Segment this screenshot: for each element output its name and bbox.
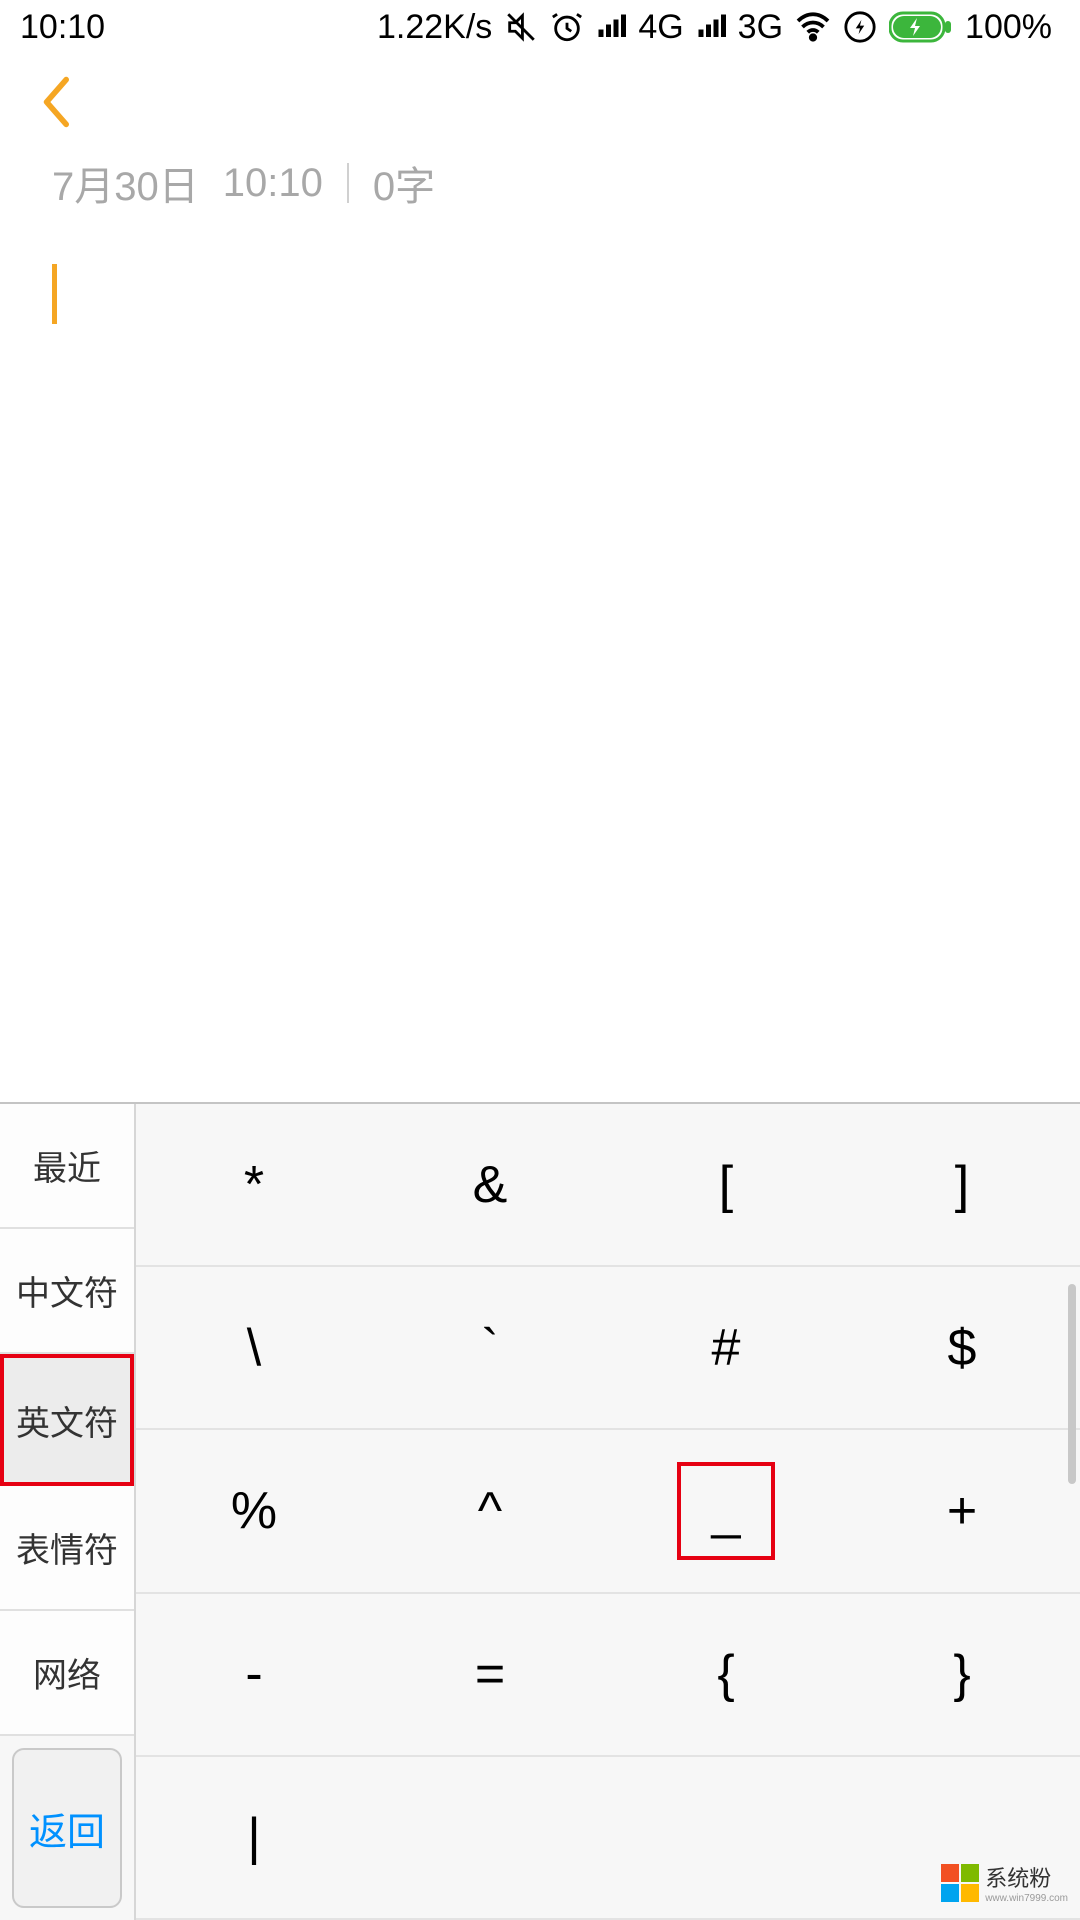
note-word-count: 0字 (373, 154, 435, 212)
wifi-icon (795, 9, 831, 45)
note-time: 10:10 (223, 161, 323, 206)
keyboard-key (372, 1757, 608, 1918)
keyboard-tab[interactable]: 表情符 (0, 1486, 134, 1611)
keyboard-row: \`#$ (136, 1267, 1080, 1430)
watermark: 系统粉 www.win7999.com (941, 1861, 1068, 1904)
mute-icon (504, 10, 538, 44)
keyboard-key[interactable]: _ (608, 1430, 844, 1591)
symbol-keyboard: 最近中文符英文符表情符网络返回 *&[]\`#$%^_+-={}| 系统粉 ww… (0, 1102, 1080, 1920)
note-body[interactable] (0, 212, 1080, 1192)
alarm-icon (550, 10, 584, 44)
meta-divider (347, 163, 349, 203)
keyboard-key[interactable]: * (136, 1104, 372, 1265)
keyboard-key[interactable]: \ (136, 1267, 372, 1428)
status-right: 1.22K/s 4G 3G 100% (377, 8, 1052, 47)
text-cursor (52, 264, 57, 324)
keyboard-key[interactable]: | (136, 1757, 372, 1918)
status-net1: 4G (638, 8, 683, 47)
back-button[interactable] (38, 74, 72, 135)
keyboard-row: *&[] (136, 1104, 1080, 1267)
keyboard-key[interactable]: ` (372, 1267, 608, 1428)
signal-2-icon (696, 12, 726, 42)
status-battery: 100% (965, 8, 1052, 47)
watermark-text: 系统粉 (985, 1866, 1051, 1891)
keyboard-key[interactable]: - (136, 1594, 372, 1755)
app-header (0, 54, 1080, 154)
keyboard-tab[interactable]: 中文符 (0, 1229, 134, 1354)
status-bar: 10:10 1.22K/s 4G 3G 100% (0, 0, 1080, 54)
keyboard-tab[interactable]: 网络 (0, 1611, 134, 1736)
watermark-logo-icon (941, 1864, 979, 1902)
status-time: 10:10 (20, 8, 105, 47)
status-speed: 1.22K/s (377, 8, 492, 47)
power-icon (843, 10, 877, 44)
battery-icon (889, 10, 953, 44)
keyboard-key[interactable]: & (372, 1104, 608, 1265)
keyboard-key[interactable]: + (844, 1430, 1080, 1591)
keyboard-key[interactable]: } (844, 1594, 1080, 1755)
keyboard-key[interactable]: % (136, 1430, 372, 1591)
keyboard-return-button[interactable]: 返回 (12, 1748, 122, 1908)
note-date: 7月30日 (52, 154, 199, 212)
keyboard-tab[interactable]: 最近 (0, 1104, 134, 1229)
keyboard-row: %^_+ (136, 1430, 1080, 1593)
keyboard-key (608, 1757, 844, 1918)
keyboard-tab[interactable]: 英文符 (0, 1354, 134, 1485)
keyboard-category-sidebar: 最近中文符英文符表情符网络返回 (0, 1104, 136, 1920)
keyboard-key[interactable]: ] (844, 1104, 1080, 1265)
keyboard-key[interactable]: = (372, 1594, 608, 1755)
keyboard-key[interactable]: [ (608, 1104, 844, 1265)
status-net2: 3G (738, 8, 783, 47)
note-meta: 7月30日 10:10 0字 (0, 154, 1080, 212)
keyboard-key[interactable]: { (608, 1594, 844, 1755)
keyboard-key[interactable]: $ (844, 1267, 1080, 1428)
keyboard-key[interactable]: # (608, 1267, 844, 1428)
signal-1-icon (596, 12, 626, 42)
keyboard-symbol-grid: *&[]\`#$%^_+-={}| 系统粉 www.win7999.com (136, 1104, 1080, 1920)
keyboard-key[interactable]: ^ (372, 1430, 608, 1591)
watermark-sub: www.win7999.com (985, 1893, 1068, 1904)
keyboard-scrollbar[interactable] (1068, 1284, 1076, 1484)
keyboard-row: | (136, 1757, 1080, 1920)
keyboard-row: -={} (136, 1594, 1080, 1757)
